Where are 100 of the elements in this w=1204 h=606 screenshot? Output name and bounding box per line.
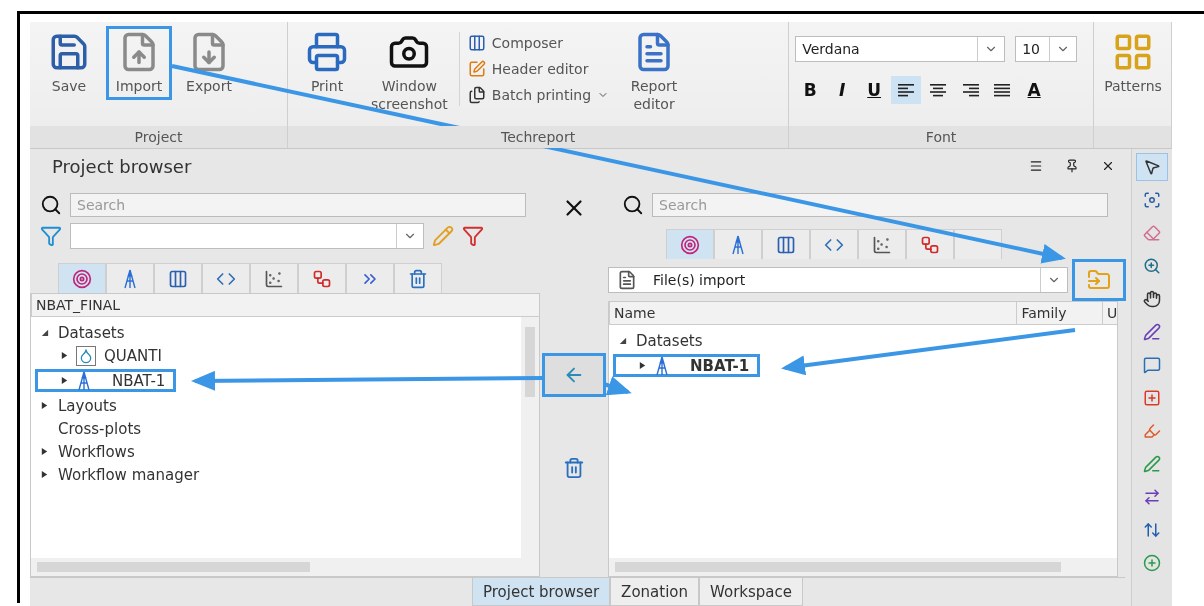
panel-tab[interactable]: Project browser — [472, 578, 611, 606]
category-tab[interactable] — [298, 263, 346, 293]
panel-tab[interactable]: Workspace — [699, 578, 803, 606]
expand-caret-icon[interactable] — [637, 361, 647, 370]
import-source-field[interactable]: File(s) import — [608, 267, 1068, 293]
clear-filter-icon — [462, 225, 484, 247]
panel-tab[interactable]: Zonation — [610, 578, 699, 606]
group-label: Font — [789, 126, 1093, 148]
category-tab[interactable] — [346, 263, 394, 293]
ribbon-button[interactable]: Save — [36, 26, 102, 101]
tree-node[interactable]: Workflow manager — [35, 463, 211, 486]
filter-icon — [40, 225, 62, 247]
tool-button[interactable] — [1136, 153, 1168, 181]
expand-caret-icon[interactable] — [59, 351, 69, 360]
droplet-icon — [76, 345, 96, 366]
search-field[interactable]: Search — [652, 193, 1108, 217]
column-header[interactable]: Name — [609, 302, 1017, 324]
ribbon-button[interactable]: Patterns — [1100, 26, 1166, 101]
comment-icon — [1143, 356, 1161, 374]
format-button[interactable]: B — [795, 76, 826, 104]
column-header[interactable]: NBAT_FINAL — [31, 294, 539, 316]
align-icon — [929, 83, 948, 97]
category-tab[interactable] — [202, 263, 250, 293]
panel-title: Project browser — [52, 155, 193, 177]
tree-node[interactable]: Datasets — [613, 329, 714, 352]
category-tab[interactable] — [858, 229, 906, 259]
vertical-scrollbar[interactable] — [521, 317, 539, 558]
collapse-caret-icon[interactable] — [39, 328, 49, 337]
ribbon-button[interactable]: Import — [106, 26, 172, 101]
ribbon-button[interactable]: Window screenshot — [364, 26, 455, 119]
column-header[interactable]: U — [1101, 302, 1117, 324]
tree-node[interactable]: NBAT-1 — [613, 354, 761, 377]
collapse-caret-icon[interactable] — [617, 336, 627, 345]
ribbon-button[interactable]: Export — [176, 26, 242, 101]
tower-icon — [654, 355, 670, 376]
ribbon-button[interactable]: Report editor — [621, 26, 688, 119]
add-track-icon — [1143, 389, 1161, 407]
workflow-icon — [312, 268, 332, 289]
menu-icon — [1029, 159, 1043, 173]
align-icon — [961, 83, 980, 97]
column-header[interactable]: Family — [1016, 302, 1102, 324]
pen-line-icon — [1143, 455, 1161, 473]
category-tab[interactable] — [906, 229, 954, 259]
scatter-icon — [264, 268, 284, 289]
font-name-field[interactable]: Verdana — [795, 36, 1006, 62]
open-folder-button[interactable] — [1072, 259, 1126, 301]
expand-caret-icon[interactable] — [39, 447, 49, 456]
ribbon-button[interactable]: Composer — [465, 32, 612, 54]
ribbon-button[interactable]: Batch printing — [465, 84, 612, 106]
search-icon — [40, 194, 62, 216]
pencil-icon — [432, 225, 454, 247]
expand-caret-icon[interactable] — [39, 470, 49, 479]
document-icon — [617, 270, 637, 290]
printer-icon — [306, 31, 349, 73]
highlighter-icon — [1143, 422, 1161, 440]
tree-node[interactable]: Datasets — [35, 321, 136, 344]
horizontal-scrollbar[interactable] — [31, 558, 539, 576]
font-color-button[interactable]: A — [1019, 76, 1050, 104]
eraser-icon — [1143, 224, 1161, 242]
pin-icon — [1065, 159, 1079, 173]
columns-icon — [467, 34, 486, 52]
tree-node[interactable]: Workflows — [35, 440, 146, 463]
align-icon — [897, 83, 916, 97]
files-icon — [467, 86, 486, 104]
category-tab[interactable] — [762, 229, 810, 259]
font-size-field[interactable]: 10 — [1015, 36, 1078, 62]
category-tab[interactable] — [714, 229, 762, 259]
category-tab[interactable] — [58, 263, 106, 293]
format-button[interactable]: U — [859, 76, 890, 104]
category-tab[interactable] — [810, 229, 858, 259]
add-icon — [1143, 554, 1161, 572]
filter-field[interactable] — [70, 223, 424, 249]
group-label: Project — [30, 126, 288, 148]
horizontal-scrollbar[interactable] — [609, 558, 1117, 576]
tree-node[interactable]: Layouts — [35, 394, 128, 417]
trash-icon — [563, 457, 585, 479]
category-tab[interactable] — [106, 263, 154, 293]
category-tab[interactable] — [250, 263, 298, 293]
category-tab[interactable] — [666, 229, 714, 259]
tree-node[interactable]: QUANTI — [35, 344, 173, 367]
up-down-icon — [1143, 521, 1161, 539]
expand-caret-icon[interactable] — [59, 376, 69, 385]
tree-node[interactable]: Cross-plots — [35, 417, 153, 440]
category-tab[interactable] — [154, 263, 202, 293]
ribbon-button[interactable]: Print — [294, 26, 361, 101]
ribbon-button[interactable]: Header editor — [465, 58, 612, 80]
pointer-icon — [1143, 158, 1161, 176]
expand-caret-icon[interactable] — [39, 401, 49, 410]
columns-icon — [776, 234, 796, 255]
trash-icon — [408, 268, 428, 289]
search-field[interactable]: Search — [70, 193, 526, 217]
group-label: Techreport — [288, 126, 789, 148]
tree-node[interactable]: NBAT-1 — [35, 369, 177, 392]
align-button[interactable] — [891, 76, 922, 104]
transfer-button[interactable] — [542, 353, 606, 397]
format-button[interactable]: I — [827, 76, 858, 104]
close-icon — [1101, 159, 1115, 173]
focus-icon — [1143, 191, 1161, 209]
workflow-icon — [920, 234, 940, 255]
category-tab[interactable] — [394, 263, 442, 293]
